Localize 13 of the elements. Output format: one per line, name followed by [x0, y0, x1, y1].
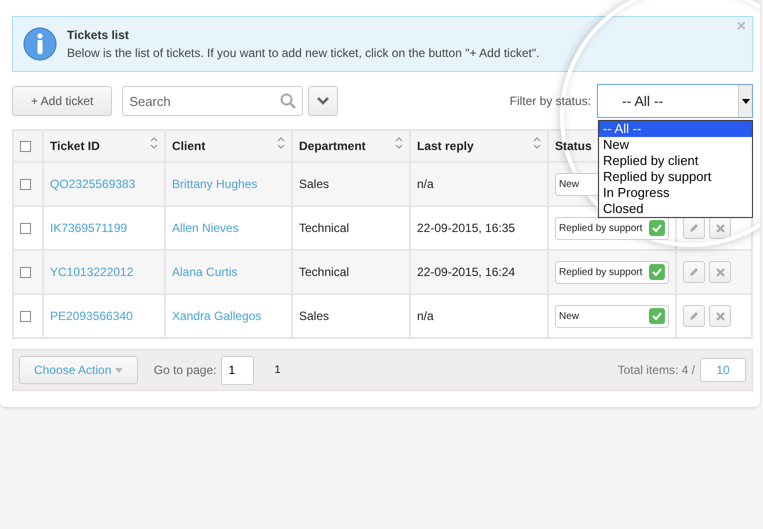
table-cell: n/a [417, 177, 434, 191]
table-cell: Technical [299, 265, 350, 279]
table-cell: 22-09-2015, 16:35 [417, 221, 516, 235]
alert-message: Below is the list of tickets. If you want to add new ticket, click on the button "+ Add ticket". [67, 45, 540, 62]
alert-title: Tickets list [67, 27, 130, 44]
table-cell: Sales [299, 177, 330, 191]
table-cell: n/a [417, 309, 434, 323]
filter-label: Filter by status: [510, 93, 591, 110]
total-items-label: Total items: 4 / [618, 362, 695, 379]
table-cell: Technical [299, 221, 350, 235]
table-cell: 22-09-2015, 16:24 [417, 265, 516, 279]
goto-label: Go to page: [154, 362, 216, 379]
table-cell: Sales [299, 309, 330, 323]
